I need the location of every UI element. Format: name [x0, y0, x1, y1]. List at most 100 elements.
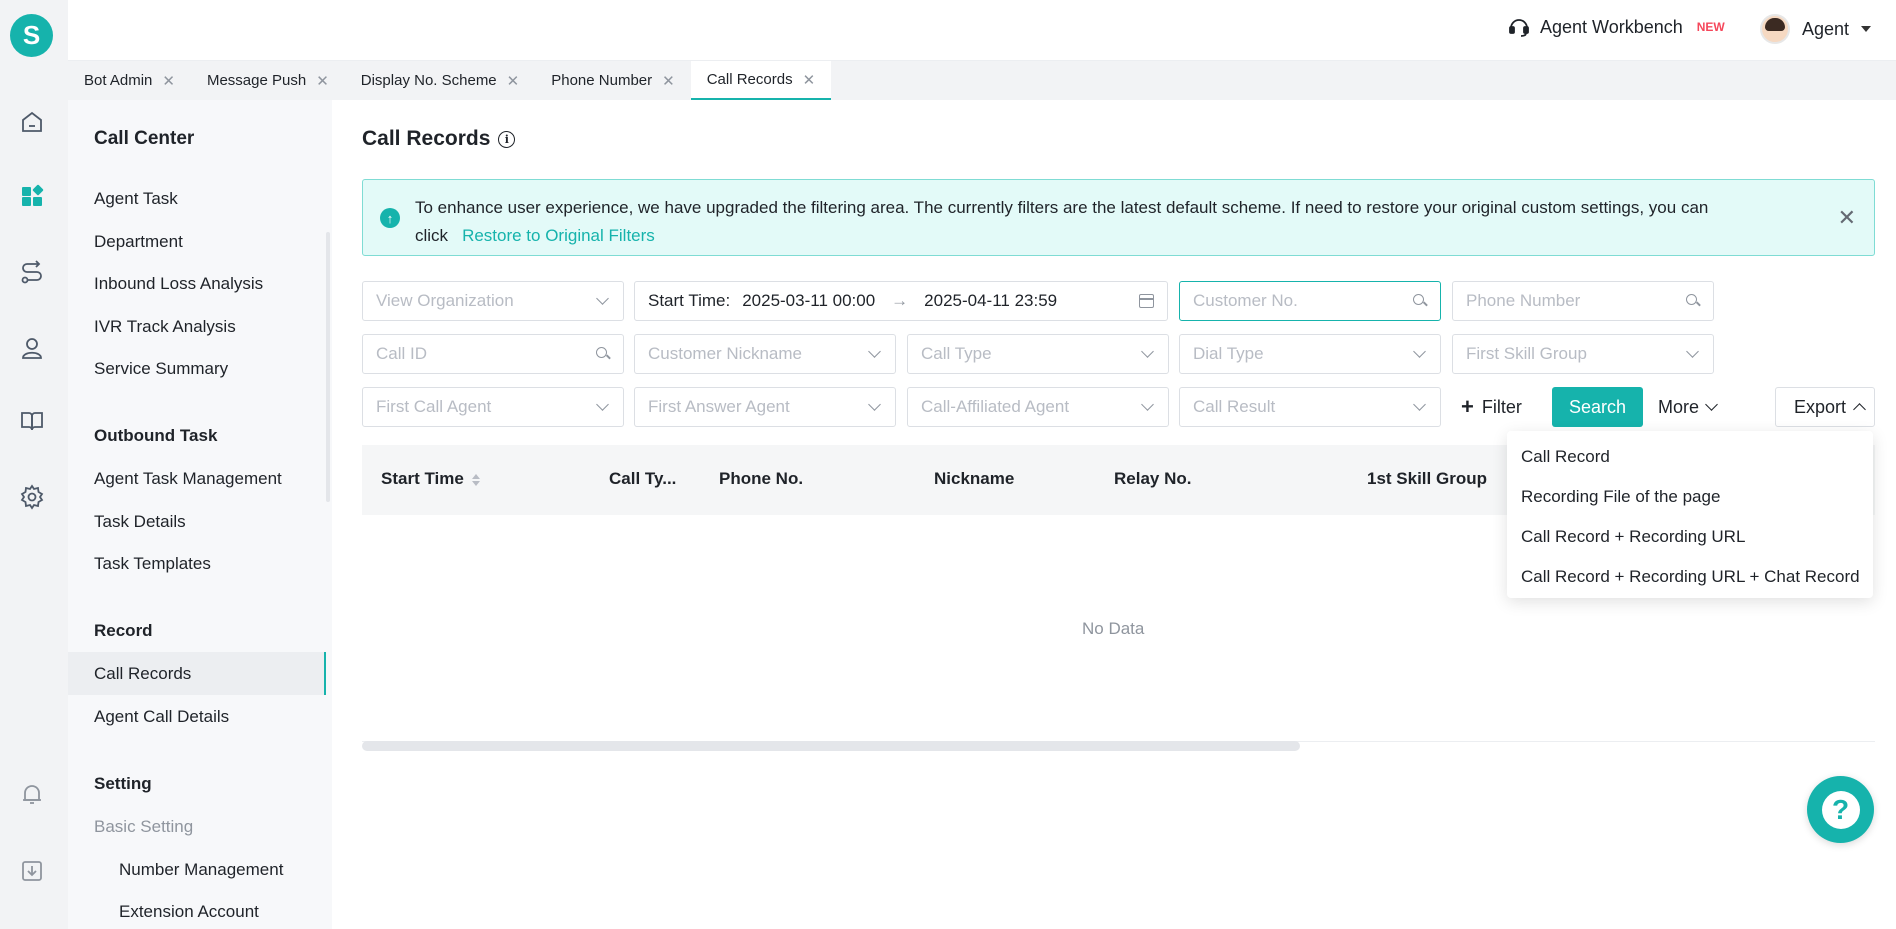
apps-icon[interactable] [17, 182, 47, 212]
close-icon[interactable]: ✕ [662, 72, 675, 90]
agent-workbench-link[interactable]: Agent Workbench NEW [1508, 16, 1725, 38]
home-icon[interactable] [17, 107, 47, 137]
restore-filters-link[interactable]: Restore to Original Filters [462, 226, 655, 245]
calendar-icon [1139, 294, 1154, 308]
export-menu-item-recording-file[interactable]: Recording File of the page [1521, 487, 1720, 507]
export-button[interactable]: Export [1775, 387, 1875, 427]
sidebar-item-agent-task-management[interactable]: Agent Task Management [94, 469, 282, 489]
avatar [1760, 14, 1790, 44]
dial-type-select[interactable]: Dial Type [1179, 334, 1441, 374]
sidebar-scrollbar[interactable] [326, 232, 330, 502]
close-icon[interactable]: ✕ [162, 72, 175, 90]
first-answer-agent-select[interactable]: First Answer Agent [634, 387, 896, 427]
sort-icon[interactable] [471, 473, 480, 486]
export-menu-item-call-record[interactable]: Call Record [1521, 447, 1610, 467]
new-badge: NEW [1696, 20, 1725, 34]
close-icon[interactable]: ✕ [316, 72, 329, 90]
tab-message-push[interactable]: Message Push ✕ [191, 61, 345, 100]
tab-label: Call Records [706, 71, 793, 88]
sidebar-item-inbound-loss-analysis[interactable]: Inbound Loss Analysis [94, 274, 263, 294]
export-menu-item-call-record-recording-url[interactable]: Call Record + Recording URL [1521, 527, 1745, 547]
view-organization-select[interactable]: View Organization [362, 281, 624, 321]
bell-icon[interactable] [17, 779, 47, 809]
customer-no-input[interactable]: Customer No. [1179, 281, 1441, 321]
notice-text: To enhance user experience, we have upgr… [415, 194, 1735, 250]
start-time-from[interactable]: 2025-03-11 00:00 [742, 291, 875, 311]
info-icon[interactable]: i [498, 130, 516, 148]
customer-nickname-select[interactable]: Customer Nickname [634, 334, 896, 374]
icon-rail: S [0, 0, 68, 929]
tab-call-records[interactable]: Call Records ✕ [690, 61, 832, 100]
tab-display-no-scheme[interactable]: Display No. Scheme ✕ [345, 61, 535, 100]
tab-bot-admin[interactable]: Bot Admin ✕ [68, 61, 191, 100]
column-start-time[interactable]: Start Time [381, 469, 480, 489]
chevron-down-icon [868, 345, 881, 358]
chevron-down-icon [1141, 345, 1154, 358]
more-button[interactable]: More [1658, 387, 1719, 427]
export-menu-item-call-record-recording-url-chat[interactable]: Call Record + Recording URL + Chat Recor… [1521, 567, 1860, 587]
call-affiliated-agent-placeholder: Call-Affiliated Agent [921, 397, 1070, 416]
customer-nickname-placeholder: Customer Nickname [648, 344, 802, 363]
export-menu: Call Record Recording File of the page C… [1507, 431, 1873, 598]
column-call-type: Call Ty... [609, 469, 677, 488]
more-label: More [1658, 396, 1700, 417]
sidebar-item-extension-account[interactable]: Extension Account [119, 902, 259, 922]
sidebar-item-task-templates[interactable]: Task Templates [94, 554, 211, 574]
chevron-down-icon [1413, 345, 1426, 358]
chevron-down-icon [596, 398, 609, 411]
call-affiliated-agent-select[interactable]: Call-Affiliated Agent [907, 387, 1169, 427]
user-name: Agent [1802, 18, 1850, 39]
sidebar-item-service-summary[interactable]: Service Summary [94, 359, 228, 379]
start-time-range-picker[interactable]: Start Time: 2025-03-11 00:00 → 2025-04-1… [634, 281, 1168, 321]
sidebar-item-agent-call-details[interactable]: Agent Call Details [94, 707, 229, 727]
sidebar: Call Center Agent Task Department Inboun… [68, 100, 332, 929]
chevron-down-icon [1705, 398, 1718, 411]
tab-label: Phone Number [551, 72, 653, 89]
question-icon: ? [1821, 790, 1860, 829]
first-call-agent-select[interactable]: First Call Agent [362, 387, 624, 427]
close-icon[interactable]: ✕ [507, 72, 520, 90]
sidebar-item-ivr-track-analysis[interactable]: IVR Track Analysis [94, 317, 236, 337]
first-skill-group-select[interactable]: First Skill Group [1452, 334, 1714, 374]
download-icon[interactable] [17, 856, 47, 886]
top-bar: Agent Workbench NEW Agent [68, 0, 1896, 61]
call-id-input[interactable]: Call ID [362, 334, 624, 374]
table-horizontal-scrollbar[interactable] [362, 741, 1300, 751]
gear-icon[interactable] [17, 482, 47, 512]
column-phone-no: Phone No. [719, 469, 804, 488]
sidebar-item-task-details[interactable]: Task Details [94, 512, 186, 532]
view-organization-placeholder: View Organization [376, 291, 514, 310]
close-icon[interactable]: ✕ [803, 71, 816, 89]
book-icon[interactable] [17, 406, 47, 436]
sidebar-item-call-records[interactable]: Call Records [94, 664, 191, 684]
search-icon [1686, 294, 1700, 308]
sidebar-item-number-management[interactable]: Number Management [119, 860, 283, 880]
search-icon [596, 347, 610, 361]
arrow-right-icon: → [891, 291, 909, 310]
call-result-select[interactable]: Call Result [1179, 387, 1441, 427]
sidebar-item-agent-task[interactable]: Agent Task [94, 189, 178, 209]
start-time-to[interactable]: 2025-04-11 23:59 [924, 291, 1057, 311]
tab-phone-number[interactable]: Phone Number ✕ [535, 61, 690, 100]
user-menu[interactable]: Agent [1760, 14, 1872, 44]
phone-number-input[interactable]: Phone Number [1452, 281, 1714, 321]
chevron-up-icon [1853, 403, 1866, 416]
call-type-select[interactable]: Call Type [907, 334, 1169, 374]
call-id-placeholder: Call ID [376, 344, 428, 363]
arrow-up-icon: ↑ [380, 208, 400, 228]
close-icon[interactable]: ✕ [1838, 205, 1856, 231]
empty-state-text: No Data [1082, 619, 1145, 638]
dial-type-placeholder: Dial Type [1193, 344, 1264, 363]
sidebar-item-basic-setting[interactable]: Basic Setting [94, 817, 193, 837]
sidebar-item-department[interactable]: Department [94, 232, 183, 252]
app-logo[interactable]: S [10, 14, 53, 57]
sidebar-title: Call Center [94, 128, 195, 149]
search-icon [1413, 294, 1427, 308]
chevron-down-icon [868, 398, 881, 411]
user-icon[interactable] [17, 333, 47, 363]
help-button[interactable]: ? [1807, 776, 1874, 843]
route-icon[interactable] [17, 258, 47, 288]
search-button[interactable]: Search [1552, 387, 1643, 427]
add-filter-button[interactable]: + Filter [1461, 387, 1522, 427]
first-call-agent-placeholder: First Call Agent [376, 397, 492, 416]
